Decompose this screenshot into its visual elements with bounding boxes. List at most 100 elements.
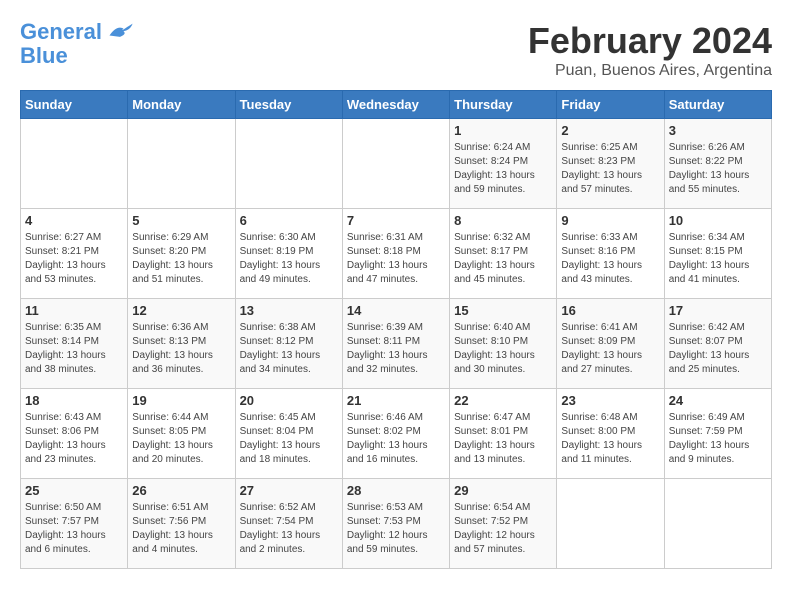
page-title: February 2024 (528, 20, 772, 62)
calendar-cell: 29 Sunrise: 6:54 AMSunset: 7:52 PMDayligh… (450, 479, 557, 569)
calendar-cell: 14Sunrise: 6:39 AMSunset: 8:11 PMDayligh… (342, 299, 449, 389)
calendar-cell: 21 Sunrise: 6:46 AMSunset: 8:02 PMDayligh… (342, 389, 449, 479)
day-info: Sunrise: 6:52 AMSunset: 7:54 PMDaylight:… (240, 501, 338, 557)
day-number: 19 (132, 393, 230, 408)
day-number: 29 (454, 483, 552, 498)
calendar-cell: 23 Sunrise: 6:48 AMSunset: 8:00 PMDayligh… (557, 389, 664, 479)
day-info: Sunrise: 6:50 AMSunset: 7:57 PMDaylight:… (25, 501, 123, 557)
calendar-cell (21, 119, 128, 209)
calendar-table: SundayMondayTuesdayWednesdayThursdayFrid… (20, 90, 772, 569)
day-info: Sunrise: 6:45 AMSunset: 8:04 PMDaylight:… (240, 411, 338, 467)
calendar-week-row: 4 Sunrise: 6:27 AMSunset: 8:21 PMDaylight… (21, 209, 772, 299)
day-number: 21 (347, 393, 445, 408)
calendar-cell: 16 Sunrise: 6:41 AMSunset: 8:09 PMDayligh… (557, 299, 664, 389)
day-number: 15 (454, 303, 552, 318)
day-number: 2 (561, 123, 659, 138)
day-info: Sunrise: 6:25 AMSunset: 8:23 PMDaylight:… (561, 141, 659, 197)
calendar-week-row: 25 Sunrise: 6:50 AMSunset: 7:57 PMDayligh… (21, 479, 772, 569)
day-info: Sunrise: 6:34 AMSunset: 8:15 PMDaylight:… (669, 231, 767, 287)
day-number: 26 (132, 483, 230, 498)
day-info: Sunrise: 6:54 AMSunset: 7:52 PMDaylight:… (454, 501, 552, 557)
day-number: 28 (347, 483, 445, 498)
calendar-cell: 20 Sunrise: 6:45 AMSunset: 8:04 PMDayligh… (235, 389, 342, 479)
logo-text: General (20, 20, 102, 44)
calendar-cell: 25 Sunrise: 6:50 AMSunset: 7:57 PMDayligh… (21, 479, 128, 569)
day-number: 6 (240, 213, 338, 228)
day-info: Sunrise: 6:33 AMSunset: 8:16 PMDaylight:… (561, 231, 659, 287)
calendar-week-row: 18 Sunrise: 6:43 AMSunset: 8:06 PMDayligh… (21, 389, 772, 479)
day-info: Sunrise: 6:32 AMSunset: 8:17 PMDaylight:… (454, 231, 552, 287)
day-info: Sunrise: 6:27 AMSunset: 8:21 PMDaylight:… (25, 231, 123, 287)
logo-blue-text: Blue (20, 44, 68, 68)
day-info: Sunrise: 6:38 AMSunset: 8:12 PMDaylight:… (240, 321, 338, 377)
day-number: 22 (454, 393, 552, 408)
calendar-cell: 3Sunrise: 6:26 AMSunset: 8:22 PMDaylight… (664, 119, 771, 209)
day-info: Sunrise: 6:42 AMSunset: 8:07 PMDaylight:… (669, 321, 767, 377)
day-info: Sunrise: 6:39 AMSunset: 8:11 PMDaylight:… (347, 321, 445, 377)
day-number: 9 (561, 213, 659, 228)
day-info: Sunrise: 6:41 AMSunset: 8:09 PMDaylight:… (561, 321, 659, 377)
logo: General Blue (20, 20, 134, 68)
calendar-cell (557, 479, 664, 569)
day-of-week-header: Saturday (664, 91, 771, 119)
calendar-cell: 10 Sunrise: 6:34 AMSunset: 8:15 PMDayligh… (664, 209, 771, 299)
calendar-cell: 7Sunrise: 6:31 AMSunset: 8:18 PMDaylight… (342, 209, 449, 299)
calendar-cell: 11 Sunrise: 6:35 AMSunset: 8:14 PMDayligh… (21, 299, 128, 389)
calendar-cell: 8Sunrise: 6:32 AMSunset: 8:17 PMDaylight… (450, 209, 557, 299)
calendar-cell: 1 Sunrise: 6:24 AMSunset: 8:24 PMDaylight… (450, 119, 557, 209)
day-info: Sunrise: 6:29 AMSunset: 8:20 PMDaylight:… (132, 231, 230, 287)
day-number: 18 (25, 393, 123, 408)
day-of-week-header: Thursday (450, 91, 557, 119)
day-number: 11 (25, 303, 123, 318)
day-info: Sunrise: 6:35 AMSunset: 8:14 PMDaylight:… (25, 321, 123, 377)
day-number: 25 (25, 483, 123, 498)
day-info: Sunrise: 6:51 AMSunset: 7:56 PMDaylight:… (132, 501, 230, 557)
day-info: Sunrise: 6:26 AMSunset: 8:22 PMDaylight:… (669, 141, 767, 197)
calendar-cell: 13 Sunrise: 6:38 AMSunset: 8:12 PMDayligh… (235, 299, 342, 389)
calendar-cell: 26 Sunrise: 6:51 AMSunset: 7:56 PMDayligh… (128, 479, 235, 569)
day-number: 13 (240, 303, 338, 318)
calendar-cell: 18 Sunrise: 6:43 AMSunset: 8:06 PMDayligh… (21, 389, 128, 479)
day-of-week-header: Sunday (21, 91, 128, 119)
day-number: 1 (454, 123, 552, 138)
title-section: February 2024 Puan, Buenos Aires, Argent… (528, 20, 772, 80)
day-of-week-header: Wednesday (342, 91, 449, 119)
day-info: Sunrise: 6:43 AMSunset: 8:06 PMDaylight:… (25, 411, 123, 467)
calendar-cell (235, 119, 342, 209)
day-info: Sunrise: 6:47 AMSunset: 8:01 PMDaylight:… (454, 411, 552, 467)
calendar-cell: 4 Sunrise: 6:27 AMSunset: 8:21 PMDaylight… (21, 209, 128, 299)
calendar-cell: 12Sunrise: 6:36 AMSunset: 8:13 PMDayligh… (128, 299, 235, 389)
calendar-cell: 24Sunrise: 6:49 AMSunset: 7:59 PMDayligh… (664, 389, 771, 479)
calendar-cell: 22 Sunrise: 6:47 AMSunset: 8:01 PMDayligh… (450, 389, 557, 479)
day-info: Sunrise: 6:30 AMSunset: 8:19 PMDaylight:… (240, 231, 338, 287)
page-subtitle: Puan, Buenos Aires, Argentina (528, 62, 772, 80)
day-number: 23 (561, 393, 659, 408)
day-info: Sunrise: 6:46 AMSunset: 8:02 PMDaylight:… (347, 411, 445, 467)
day-number: 4 (25, 213, 123, 228)
calendar-cell: 19 Sunrise: 6:44 AMSunset: 8:05 PMDayligh… (128, 389, 235, 479)
calendar-cell: 28 Sunrise: 6:53 AMSunset: 7:53 PMDayligh… (342, 479, 449, 569)
day-number: 16 (561, 303, 659, 318)
day-number: 7 (347, 213, 445, 228)
calendar-cell: 6 Sunrise: 6:30 AMSunset: 8:19 PMDaylight… (235, 209, 342, 299)
calendar-cell (342, 119, 449, 209)
calendar-cell: 17Sunrise: 6:42 AMSunset: 8:07 PMDayligh… (664, 299, 771, 389)
calendar-cell: 27 Sunrise: 6:52 AMSunset: 7:54 PMDayligh… (235, 479, 342, 569)
day-info: Sunrise: 6:53 AMSunset: 7:53 PMDaylight:… (347, 501, 445, 557)
day-info: Sunrise: 6:48 AMSunset: 8:00 PMDaylight:… (561, 411, 659, 467)
day-of-week-header: Tuesday (235, 91, 342, 119)
calendar-cell (664, 479, 771, 569)
calendar-cell (128, 119, 235, 209)
calendar-week-row: 11 Sunrise: 6:35 AMSunset: 8:14 PMDayligh… (21, 299, 772, 389)
day-info: Sunrise: 6:40 AMSunset: 8:10 PMDaylight:… (454, 321, 552, 377)
day-info: Sunrise: 6:24 AMSunset: 8:24 PMDaylight:… (454, 141, 552, 197)
day-number: 27 (240, 483, 338, 498)
day-number: 24 (669, 393, 767, 408)
day-number: 20 (240, 393, 338, 408)
day-of-week-header: Monday (128, 91, 235, 119)
day-info: Sunrise: 6:44 AMSunset: 8:05 PMDaylight:… (132, 411, 230, 467)
day-number: 10 (669, 213, 767, 228)
calendar-cell: 5 Sunrise: 6:29 AMSunset: 8:20 PMDaylight… (128, 209, 235, 299)
day-number: 5 (132, 213, 230, 228)
calendar-cell: 9 Sunrise: 6:33 AMSunset: 8:16 PMDaylight… (557, 209, 664, 299)
